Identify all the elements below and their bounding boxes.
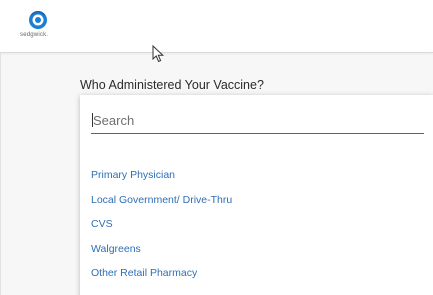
option-other-retail-pharmacy[interactable]: Other Retail Pharmacy bbox=[91, 266, 232, 291]
option-local-government[interactable]: Local Government/ Drive-Thru bbox=[91, 193, 232, 218]
sedgwick-logo-icon bbox=[29, 11, 47, 29]
logo-text: sedgwick. bbox=[20, 32, 49, 38]
option-list: Primary Physician Local Government/ Driv… bbox=[91, 168, 232, 291]
page: sedgwick. Who Administered Your Vaccine?… bbox=[0, 0, 433, 295]
vaccine-administrator-dropdown: Primary Physician Local Government/ Driv… bbox=[80, 95, 433, 295]
divider bbox=[0, 53, 1, 295]
mouse-pointer-icon bbox=[152, 45, 165, 63]
top-header: sedgwick. bbox=[0, 0, 433, 53]
question-label: Who Administered Your Vaccine? bbox=[80, 78, 264, 92]
option-walgreens[interactable]: Walgreens bbox=[91, 242, 232, 267]
text-caret bbox=[92, 113, 93, 127]
option-cvs[interactable]: CVS bbox=[91, 217, 232, 242]
search-field[interactable] bbox=[91, 109, 424, 134]
search-input[interactable] bbox=[91, 109, 423, 131]
sedgwick-logo[interactable]: sedgwick. bbox=[20, 10, 60, 44]
option-primary-physician[interactable]: Primary Physician bbox=[91, 168, 232, 193]
